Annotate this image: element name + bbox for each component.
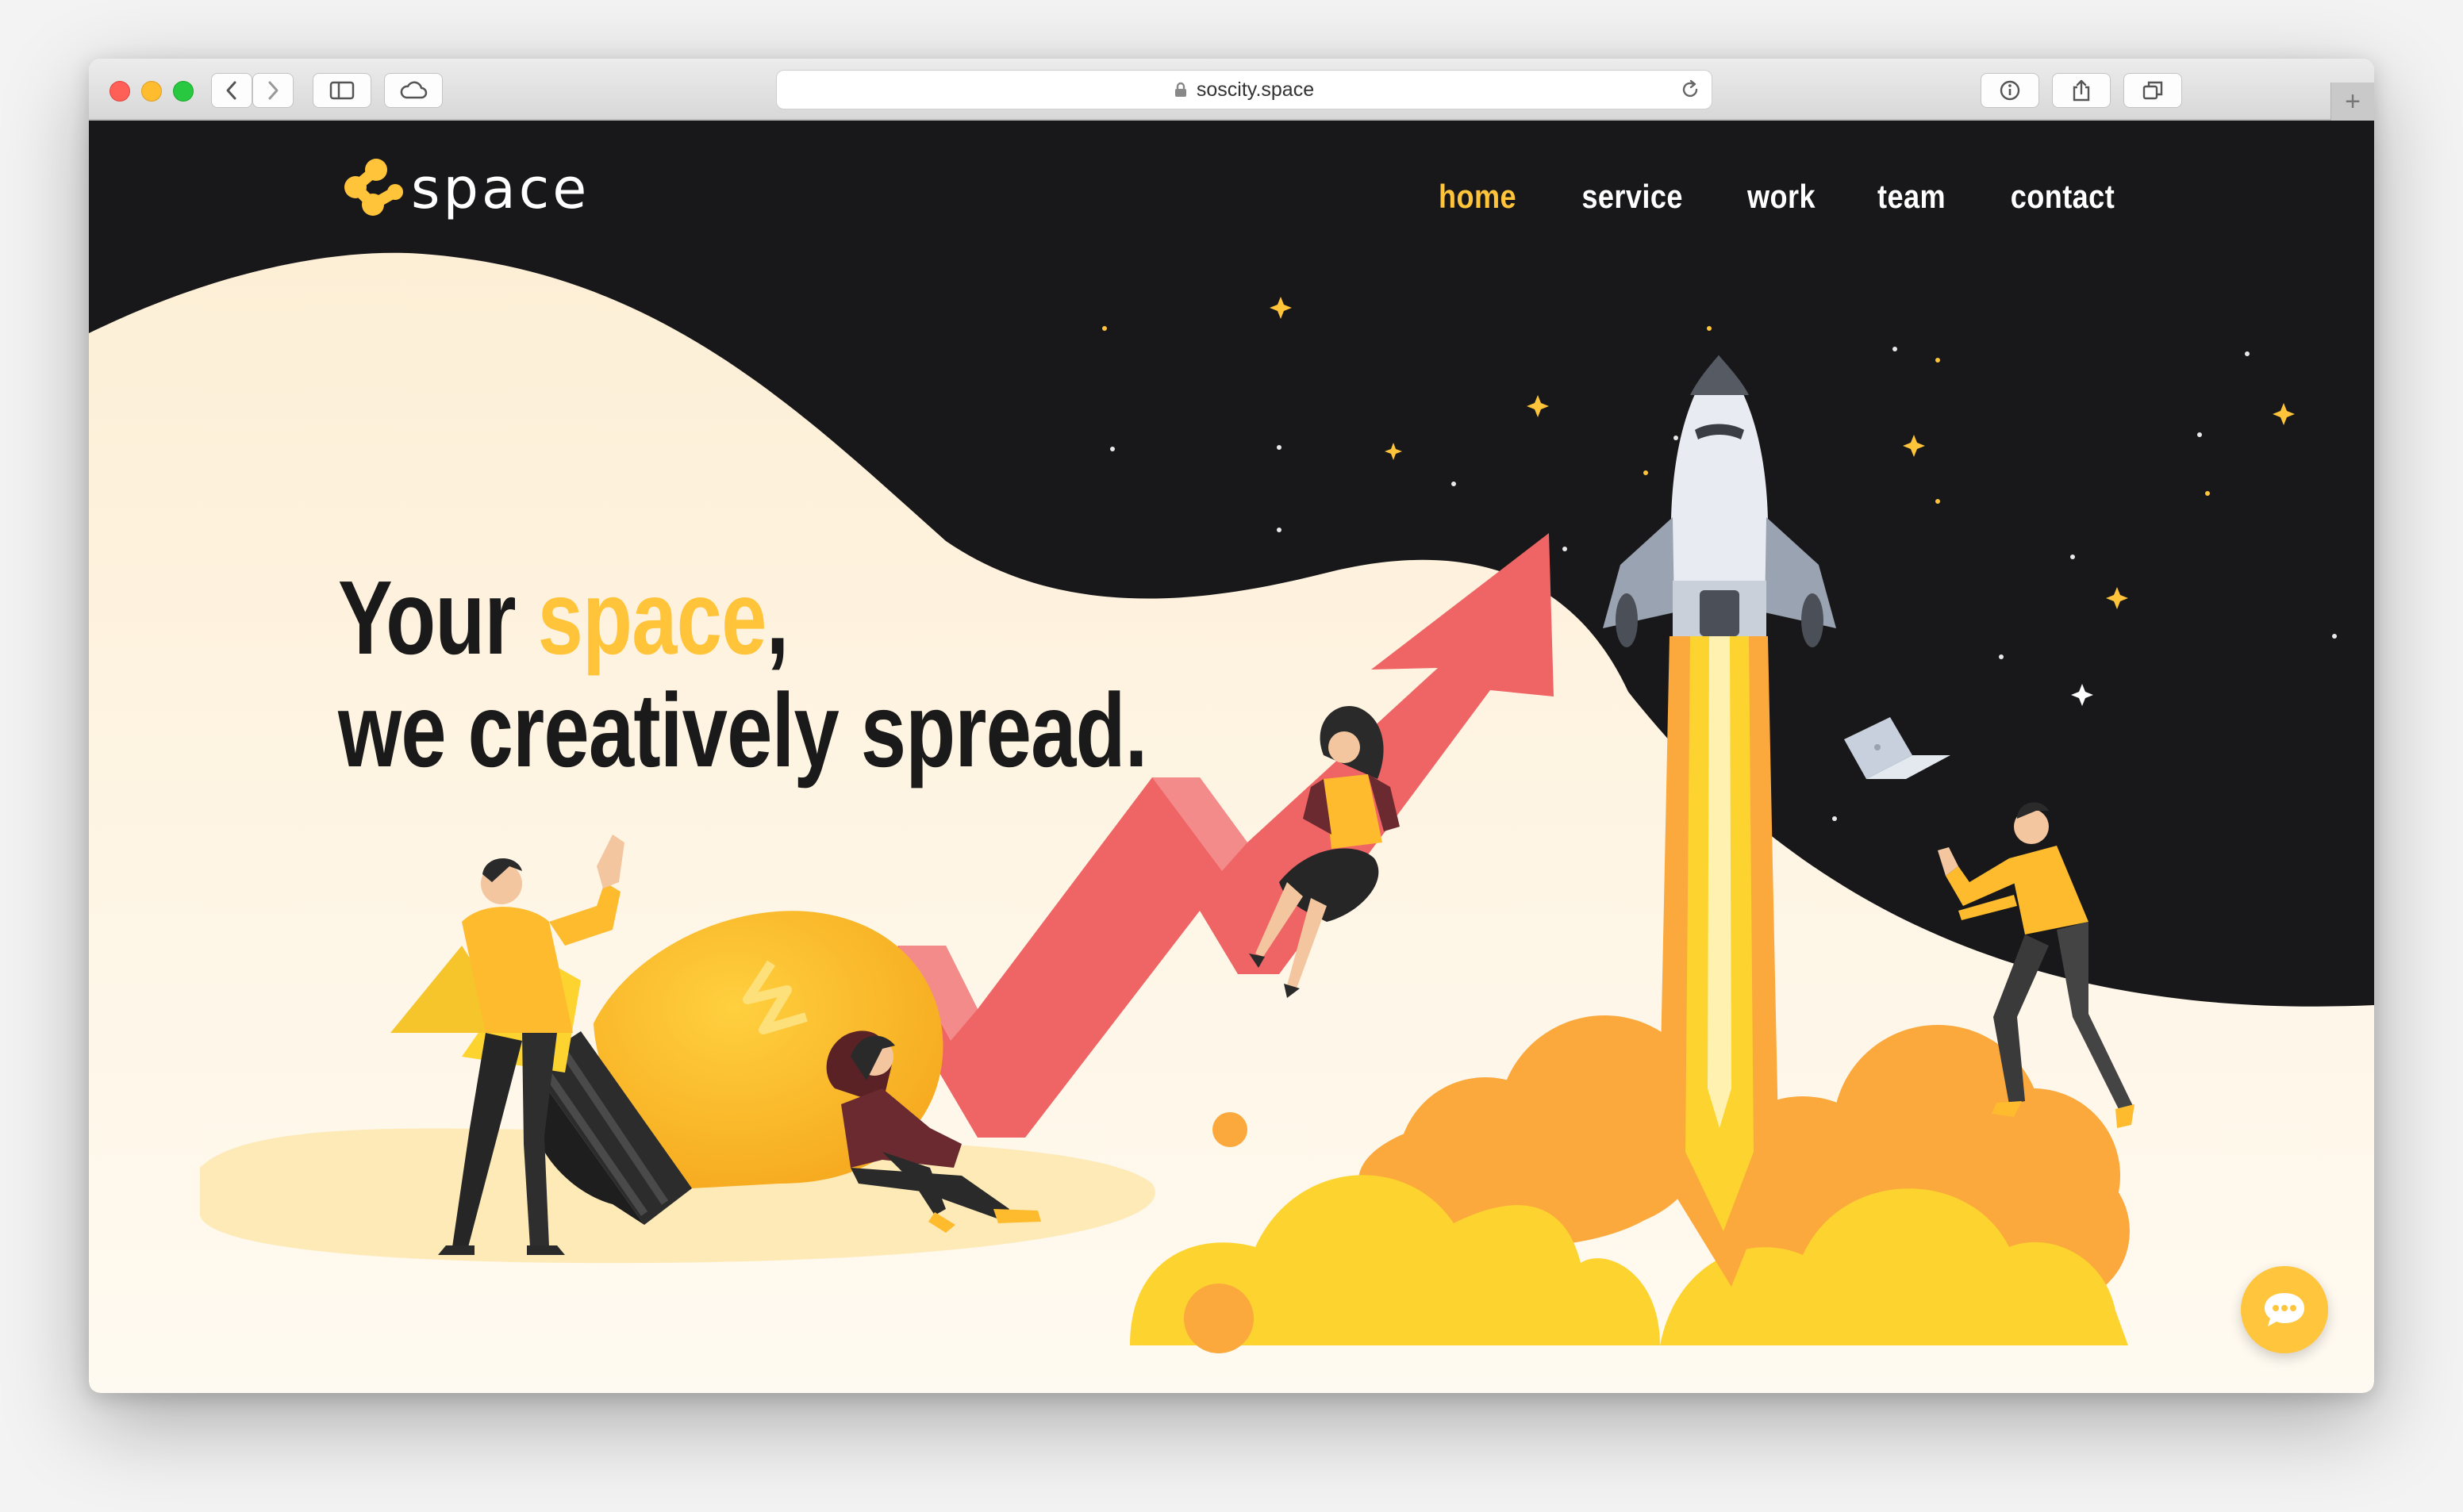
share-icon bbox=[2073, 79, 2090, 102]
tabs-overview-button[interactable] bbox=[2123, 73, 2182, 108]
back-icon bbox=[226, 81, 236, 100]
nav-home[interactable]: home bbox=[1439, 178, 1516, 216]
hero-headline: Your space, we creatively spread. bbox=[338, 562, 1147, 787]
new-tab-button[interactable]: + bbox=[2330, 83, 2374, 121]
headline-line-2: we creatively spread. bbox=[338, 672, 1147, 789]
address-bar[interactable]: soscity.space bbox=[776, 70, 1712, 109]
minimize-window-button[interactable] bbox=[141, 81, 162, 102]
info-icon bbox=[2000, 80, 2020, 101]
icloud-tabs-button[interactable] bbox=[384, 73, 443, 108]
headline-line-1: Your space, bbox=[338, 562, 1147, 674]
tabs-icon bbox=[2142, 81, 2163, 100]
lock-icon bbox=[1174, 82, 1186, 97]
rocket-flame bbox=[1658, 636, 1779, 1287]
nav-contact[interactable]: contact bbox=[2011, 178, 2115, 216]
white-sparkle bbox=[2071, 684, 2093, 706]
nav-team[interactable]: team bbox=[1877, 178, 1946, 216]
close-window-button[interactable] bbox=[110, 81, 130, 102]
main-nav: home service work team contact bbox=[1432, 178, 2123, 216]
sidebar-button[interactable] bbox=[313, 73, 371, 108]
chat-button[interactable] bbox=[2241, 1266, 2328, 1353]
rocket bbox=[1603, 355, 1836, 647]
browser-toolbar: soscity.space + bbox=[89, 59, 2374, 121]
site-logo[interactable]: space bbox=[340, 155, 590, 222]
logo-text: space bbox=[411, 156, 590, 221]
share-button[interactable] bbox=[2052, 73, 2111, 108]
headline-highlight: space bbox=[537, 559, 767, 676]
sidebar-icon bbox=[329, 81, 355, 100]
hero-section: space home service work team contact You… bbox=[89, 121, 2374, 1393]
url-text: soscity.space bbox=[1196, 78, 1315, 101]
forward-button[interactable] bbox=[252, 73, 294, 108]
nav-work[interactable]: work bbox=[1747, 178, 1816, 216]
cloud-icon bbox=[400, 81, 428, 99]
browser-window: soscity.space + space home service work … bbox=[89, 59, 2374, 1393]
headline-comma: , bbox=[766, 559, 790, 676]
nav-service[interactable]: service bbox=[1581, 178, 1683, 216]
new-tab-symbol: + bbox=[2345, 86, 2361, 117]
logo-mark-icon bbox=[344, 159, 403, 216]
back-button[interactable] bbox=[211, 73, 252, 108]
headline-word-your: Your bbox=[338, 559, 538, 676]
zoom-window-button[interactable] bbox=[173, 81, 194, 102]
forward-icon bbox=[268, 81, 279, 100]
chat-icon bbox=[2265, 1293, 2304, 1326]
info-button[interactable] bbox=[1981, 73, 2039, 108]
reload-icon[interactable] bbox=[1680, 79, 1700, 100]
